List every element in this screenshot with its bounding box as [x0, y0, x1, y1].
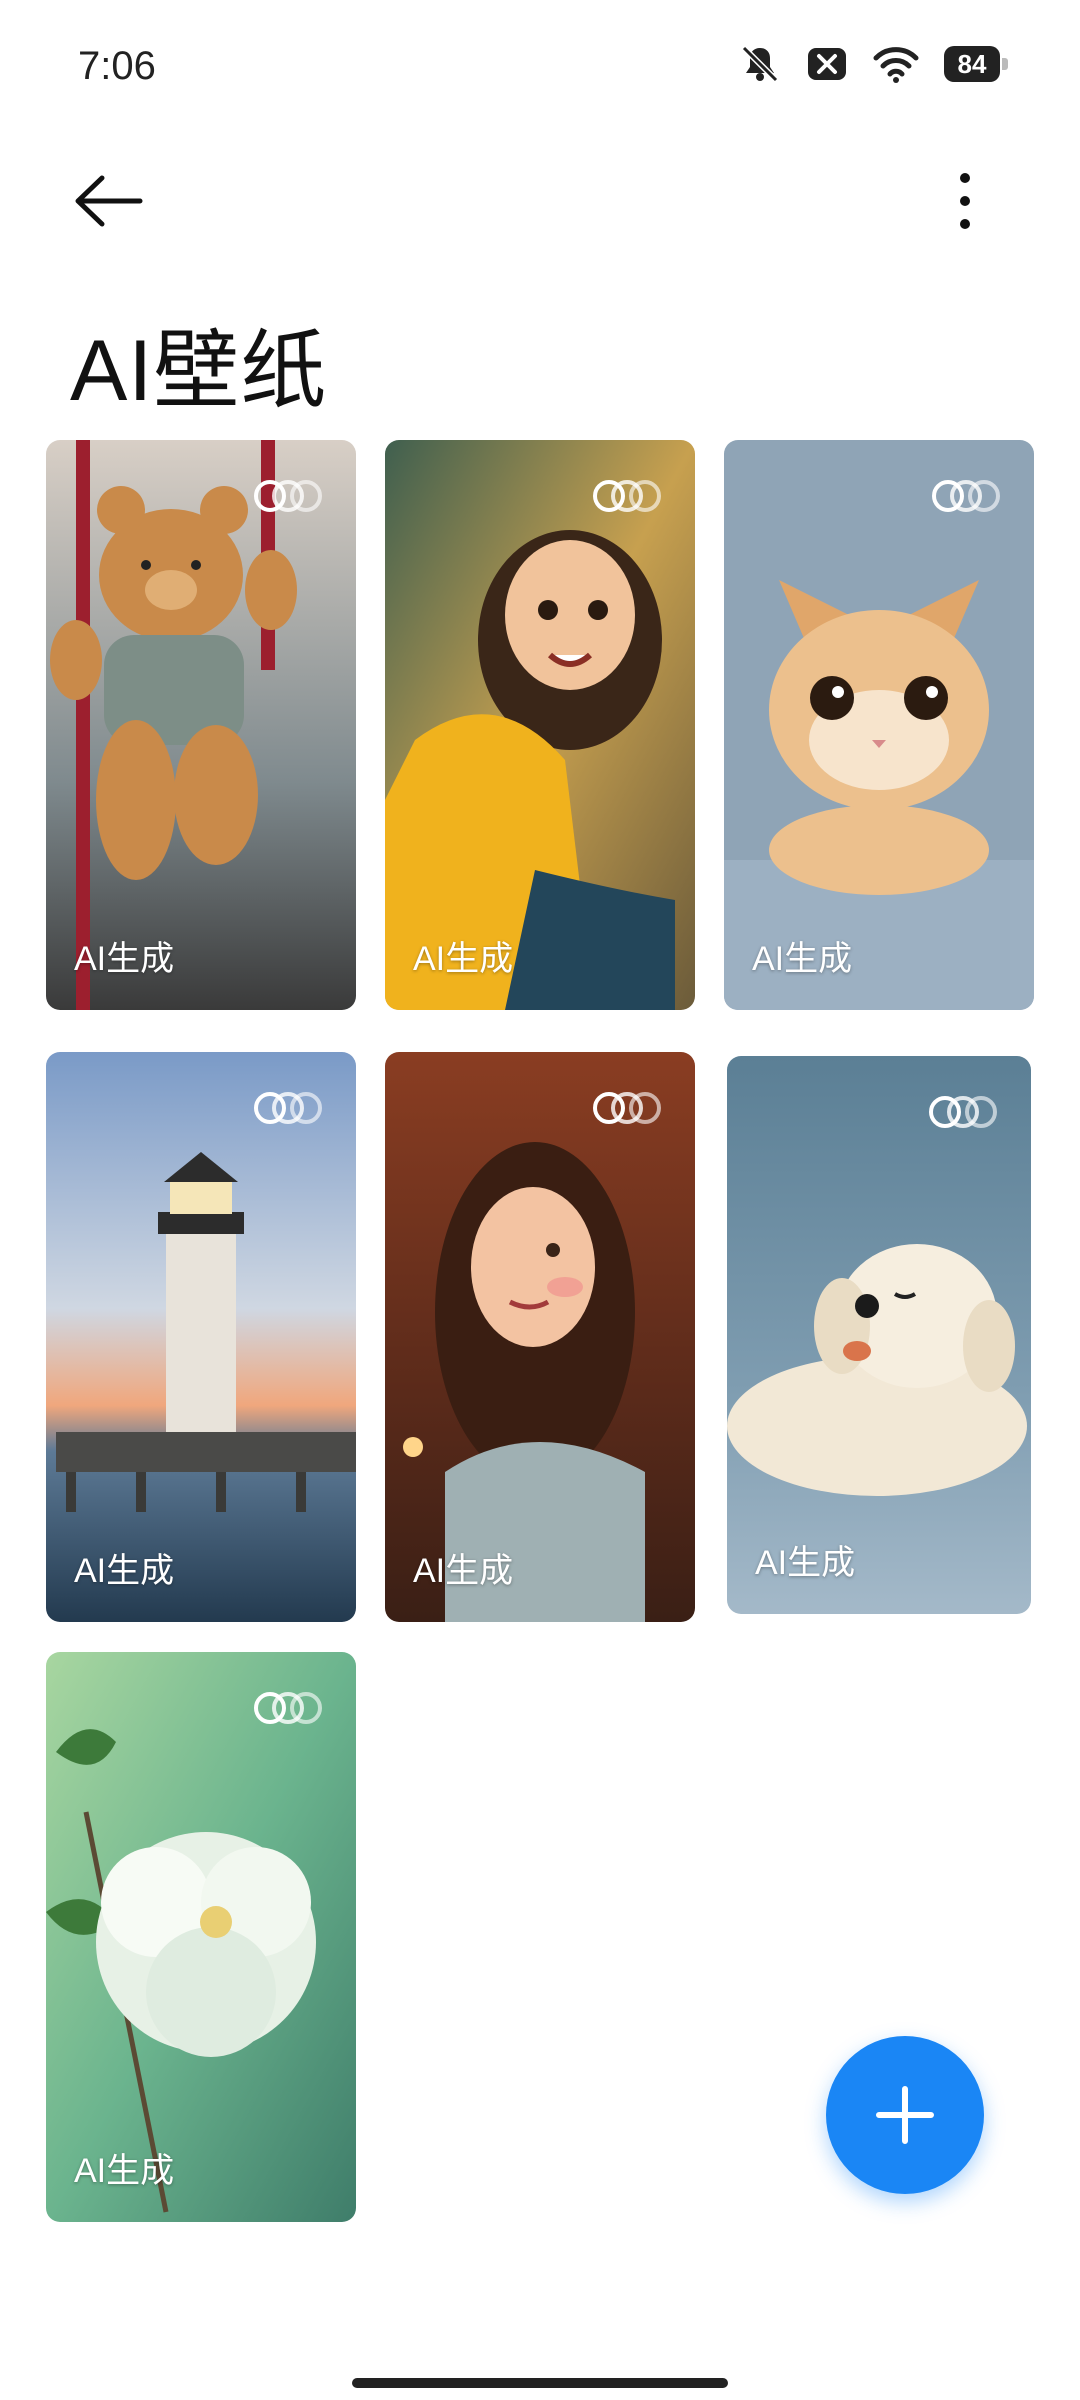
arrow-left-icon	[75, 175, 143, 227]
wallpaper-card-cat[interactable]: AI生成	[724, 440, 1034, 1010]
wallpaper-card-girl[interactable]: AI生成	[385, 440, 695, 1010]
live-wallpaper-icon	[593, 480, 661, 512]
ai-generated-label: AI生成	[752, 940, 853, 978]
ai-generated-label: AI生成	[74, 940, 175, 978]
close-box-icon	[808, 48, 846, 80]
status-time: 7:06	[78, 44, 156, 88]
more-vertical-icon	[960, 173, 970, 229]
status-bar: 7:06 84	[0, 0, 1080, 130]
ai-generated-label: AI生成	[74, 2152, 175, 2190]
ai-generated-label: AI生成	[413, 940, 514, 978]
wallpaper-card-flower[interactable]: AI生成	[46, 1652, 356, 2222]
wallpaper-image	[385, 1052, 695, 1622]
wallpaper-image	[727, 1056, 1031, 1614]
back-button[interactable]	[70, 166, 150, 236]
wallpaper-card-puppy[interactable]: AI生成	[727, 1056, 1031, 1614]
wallpaper-image	[46, 1652, 356, 2222]
battery-icon: 84	[944, 46, 1008, 82]
ai-generated-label: AI生成	[755, 1544, 856, 1582]
live-wallpaper-icon	[929, 1096, 997, 1128]
live-wallpaper-icon	[932, 480, 1000, 512]
wallpaper-image	[385, 440, 695, 1010]
wallpaper-image	[46, 440, 356, 1010]
ai-generated-label: AI生成	[74, 1552, 175, 1590]
status-icons: 84	[738, 44, 1008, 84]
more-options-button[interactable]	[935, 166, 995, 236]
wallpaper-card-teddy-bear[interactable]: AI生成	[46, 440, 356, 1010]
page-title: AI壁纸	[70, 323, 328, 419]
live-wallpaper-icon	[254, 480, 322, 512]
live-wallpaper-icon	[593, 1092, 661, 1124]
wifi-icon	[873, 47, 919, 83]
wallpaper-image	[724, 440, 1034, 1010]
bell-off-icon	[741, 45, 779, 83]
ai-generated-label: AI生成	[413, 1552, 514, 1590]
home-indicator[interactable]	[352, 2378, 728, 2388]
wallpaper-image	[46, 1052, 356, 1622]
add-wallpaper-button[interactable]	[826, 2036, 984, 2194]
wallpaper-card-lighthouse[interactable]: AI生成	[46, 1052, 356, 1622]
wallpaper-card-woman[interactable]: AI生成	[385, 1052, 695, 1622]
live-wallpaper-icon	[254, 1092, 322, 1124]
live-wallpaper-icon	[254, 1692, 322, 1724]
plus-icon	[876, 2086, 934, 2144]
